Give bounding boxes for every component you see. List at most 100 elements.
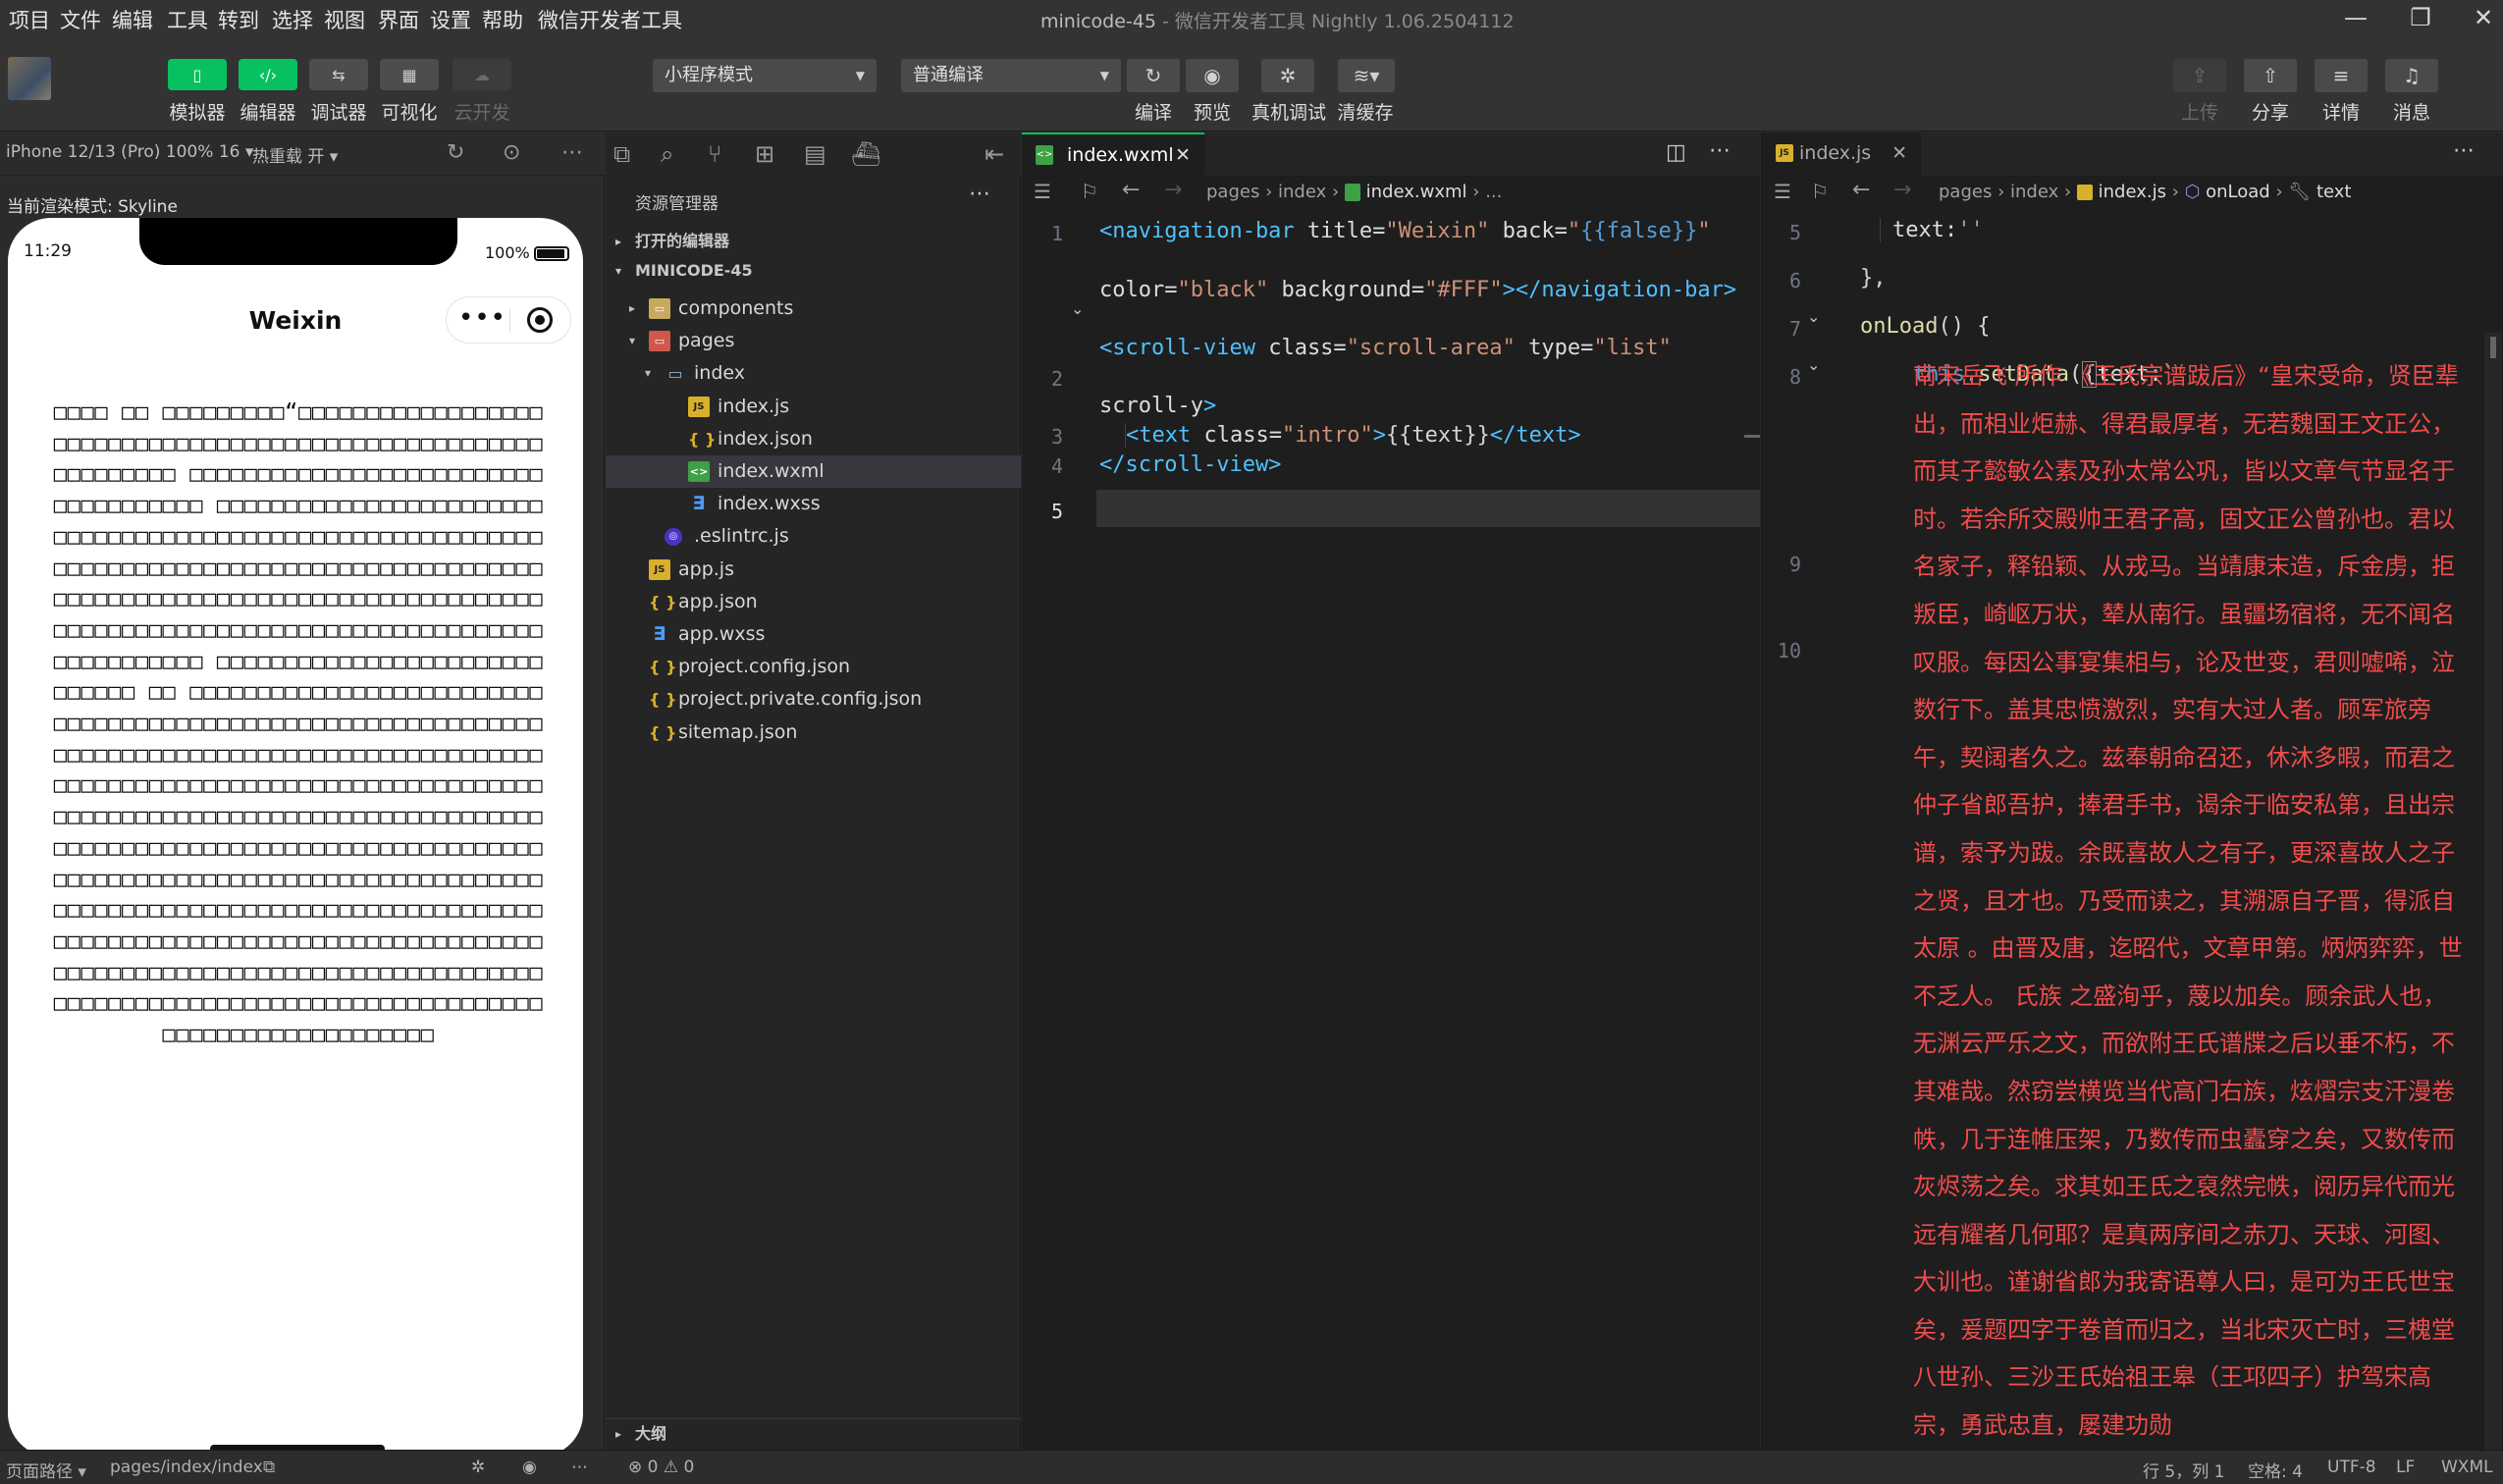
editor2-pane[interactable]: ☰ ⚐ ← → pages › index › index.js › ⬡ onL… [1761, 176, 2503, 1450]
editor-toggle-button[interactable]: ‹/› [239, 59, 297, 90]
visual-toggle-button[interactable]: ▦ [380, 59, 439, 90]
tree-item[interactable]: { } project.config.json [606, 651, 1021, 683]
more-icon[interactable]: ⋯ [1709, 138, 1731, 163]
eye-icon[interactable]: ◉ [522, 1458, 537, 1477]
scrollbar-thumb[interactable] [2490, 337, 2496, 358]
compile-select[interactable]: 普通编译 ▼ [901, 59, 1121, 92]
open-editors-section[interactable]: ▸ 打开的编辑器 [606, 227, 1021, 256]
menu-capsule[interactable]: ••• [446, 296, 571, 344]
breadcrumb-item[interactable]: index [2010, 182, 2058, 202]
details-button[interactable]: ≡ [2315, 59, 2368, 92]
tree-item[interactable]: ∃ index.wxss [606, 488, 1021, 520]
minimize-button[interactable]: — [2326, 0, 2385, 37]
tree-item[interactable]: ▾ ▭ index [606, 357, 1021, 390]
device-select[interactable]: iPhone 12/13 (Pro) 100% 16 ▾ [6, 142, 253, 162]
collapse-panel-icon[interactable]: ⇤ [985, 140, 1004, 168]
avatar[interactable] [8, 57, 51, 100]
search-icon[interactable]: ⌕ [661, 140, 673, 168]
tree-item[interactable]: JS index.js [606, 391, 1021, 423]
menu-view[interactable]: 视图 [324, 5, 365, 34]
compile-button[interactable]: ↻ [1127, 59, 1180, 92]
close-icon[interactable]: ✕ [1175, 134, 1191, 176]
files-icon[interactable]: ⧉ [613, 140, 630, 168]
indentation[interactable]: 空格: 4 [2248, 1458, 2303, 1482]
restore-button[interactable]: ❐ [2391, 0, 2450, 37]
tab-index-js[interactable]: JS index.js ✕ [1762, 132, 1921, 176]
bookmark-icon[interactable]: ⚐ [1081, 180, 1098, 203]
tab-index-wxml[interactable]: <> index.wxml ✕ [1022, 132, 1204, 176]
tree-item[interactable]: ◎ .eslintrc.js [606, 520, 1021, 553]
breadcrumb-item[interactable]: pages [1939, 182, 1992, 202]
scrollbar-track[interactable] [2484, 333, 2502, 1450]
menu-edit[interactable]: 编辑 [112, 5, 153, 34]
cloud-dev-button[interactable]: ☁ [453, 59, 511, 90]
breadcrumb-item[interactable]: ... [1485, 182, 1502, 202]
panel-icon[interactable]: ▤ [804, 140, 826, 168]
problems-indicator[interactable]: ⊗ 0 ⚠ 0 [628, 1458, 694, 1477]
list-icon[interactable]: ☰ [1774, 180, 1791, 203]
list-icon[interactable]: ☰ [1034, 180, 1051, 203]
tree-item[interactable]: JS app.js [606, 554, 1021, 586]
more-icon[interactable]: ⋯ [969, 182, 990, 206]
bug-icon[interactable]: ✲ [471, 1458, 485, 1477]
forward-arrow-icon[interactable]: → [1893, 178, 1911, 202]
simulator-toggle-button[interactable]: ▯ [168, 59, 227, 90]
language-mode[interactable]: WXML [2441, 1458, 2493, 1477]
tree-item[interactable]: { } app.json [606, 586, 1021, 618]
docker-icon[interactable]: ⛴ [851, 140, 880, 168]
preview-button[interactable]: ◉ [1186, 59, 1239, 92]
extensions-icon[interactable]: ⊞ [755, 140, 774, 168]
more-icon[interactable]: ⋯ [561, 140, 583, 165]
more-dots-icon[interactable]: ••• [458, 303, 506, 333]
encoding[interactable]: UTF-8 [2327, 1458, 2376, 1477]
source-control-icon[interactable]: ⑂ [708, 140, 721, 168]
split-editor-icon[interactable]: ◫ [1666, 140, 1686, 165]
stop-icon[interactable]: ⊙ [503, 140, 520, 165]
page-path-select[interactable]: 页面路径 ▾ [6, 1458, 86, 1482]
fold-chevron-icon[interactable]: ⌄ [1807, 355, 1820, 374]
tree-item[interactable]: ▸ ▭ components [606, 292, 1021, 325]
menu-settings[interactable]: 设置 [430, 5, 471, 34]
project-section[interactable]: ▾ MINICODE-45 [606, 258, 1021, 284]
clear-cache-button[interactable]: ≋▾ [1338, 59, 1395, 92]
breadcrumb-item[interactable]: pages [1206, 182, 1259, 202]
fold-chevron-icon[interactable]: ⌄ [1807, 307, 1820, 326]
messages-button[interactable]: ♫ [2385, 59, 2438, 92]
menu-select[interactable]: 选择 [272, 5, 313, 34]
menu-project[interactable]: 项目 [9, 5, 50, 34]
share-button[interactable]: ⇧ [2244, 59, 2297, 92]
breadcrumb-item[interactable]: index.js [2099, 182, 2166, 202]
tree-item[interactable]: { } index.json [606, 423, 1021, 455]
menu-wechat-devtools[interactable]: 微信开发者工具 [538, 5, 682, 34]
menu-file[interactable]: 文件 [60, 5, 101, 34]
tree-item[interactable]: { } project.private.config.json [606, 683, 1021, 716]
copy-icon[interactable]: ⧉ [263, 1458, 275, 1477]
debugger-toggle-button[interactable]: ⇆ [309, 59, 368, 90]
tree-item[interactable]: <> index.wxml [606, 455, 1021, 488]
outline-section[interactable]: ▸ 大纲 [606, 1418, 1021, 1448]
breadcrumb-item[interactable]: index [1278, 182, 1326, 202]
line-ending[interactable]: LF [2396, 1458, 2415, 1477]
hot-reload-select[interactable]: 热重载 开 ▾ [252, 142, 338, 167]
menu-goto[interactable]: 转到 [218, 5, 259, 34]
breadcrumb-item[interactable]: onLoad [2206, 182, 2270, 202]
remote-debug-button[interactable]: ✲ [1261, 59, 1314, 92]
menu-interface[interactable]: 界面 [378, 5, 419, 34]
tree-item[interactable]: ▾ ▭ pages [606, 325, 1021, 357]
forward-arrow-icon[interactable]: → [1164, 178, 1182, 202]
mode-select[interactable]: 小程序模式 ▼ [653, 59, 877, 92]
back-arrow-icon[interactable]: ← [1852, 178, 1870, 202]
editor1-pane[interactable]: ☰ ⚐ ← → pages › index › index.wxml › ...… [1022, 176, 1760, 1450]
cursor-position[interactable]: 行 5，列 1 [2143, 1458, 2224, 1482]
page-path[interactable]: pages/index/index [110, 1458, 263, 1477]
back-arrow-icon[interactable]: ← [1122, 178, 1140, 202]
upload-button[interactable]: ⇪ [2173, 59, 2226, 92]
close-icon[interactable]: ✕ [1891, 132, 1907, 174]
tree-item[interactable]: ∃ app.wxss [606, 618, 1021, 651]
bookmark-icon[interactable]: ⚐ [1811, 180, 1829, 203]
more-icon[interactable]: ⋯ [571, 1458, 588, 1477]
menu-tools[interactable]: 工具 [167, 5, 208, 34]
fold-chevron-icon[interactable]: ⌄ [1071, 299, 1084, 318]
close-window-button[interactable]: ✕ [2454, 0, 2503, 37]
breadcrumb-item[interactable]: index.wxml [1366, 182, 1467, 202]
